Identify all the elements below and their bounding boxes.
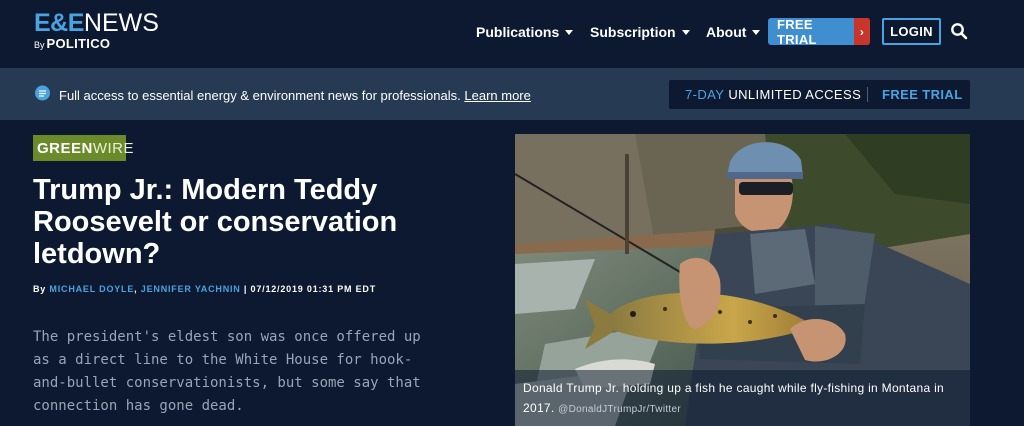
logo-politico: POLITICO — [46, 36, 111, 51]
logo-news: NEWS — [83, 9, 159, 37]
learn-more-link[interactable]: Learn more — [464, 88, 530, 103]
login-label: LOGIN — [890, 24, 933, 39]
chevron-right-icon: › — [854, 18, 870, 45]
cta-divider — [867, 87, 868, 102]
logo-wordmark: E&ENEWS — [34, 10, 159, 36]
article-date: | 07/12/2019 01:31 PM EDT — [243, 284, 377, 294]
photo-caption: Donald Trump Jr. holding up a fish he ca… — [515, 370, 970, 426]
free-trial-button[interactable]: FREE TRIAL › — [768, 16, 870, 47]
nav-about[interactable]: About — [706, 22, 761, 42]
nav-subscription[interactable]: Subscription — [590, 22, 690, 42]
nav-about-label: About — [706, 24, 747, 40]
promo-message: Full access to essential energy & enviro… — [59, 88, 461, 103]
chevron-down-icon — [681, 29, 690, 35]
section-badge[interactable]: GREEN WIRE — [33, 135, 134, 161]
logo-byline: By POLITICO — [34, 37, 159, 52]
photo-credit: @DonaldJTrumpJr/Twitter — [558, 404, 681, 415]
nav-publications-label: Publications — [476, 24, 560, 40]
site-logo[interactable]: E&ENEWS By POLITICO — [34, 10, 159, 52]
chevron-down-icon — [565, 29, 574, 35]
nav-subscription-label: Subscription — [590, 24, 676, 40]
author-link[interactable]: JENNIFER YACHNIN — [141, 284, 241, 294]
access-label: UNLIMITED ACCESS — [728, 87, 862, 102]
article-byline: By MICHAEL DOYLE, JENNIFER YACHNIN | 07/… — [33, 284, 377, 294]
chat-bubble-icon — [35, 85, 50, 101]
byline-by: By — [33, 284, 47, 294]
logo-by: By — [34, 40, 45, 50]
banner-free-trial-link[interactable]: FREE TRIAL — [882, 87, 963, 102]
promo-text: Full access to essential energy & enviro… — [59, 88, 531, 103]
article-headline: Trump Jr.: Modern Teddy Roosevelt or con… — [33, 174, 398, 270]
unlimited-access-cta[interactable]: 7-DAY UNLIMITED ACCESS FREE TRIAL — [669, 80, 970, 109]
section-green: GREEN — [37, 139, 93, 157]
login-button[interactable]: LOGIN — [882, 18, 941, 45]
nav-publications[interactable]: Publications — [476, 22, 574, 42]
search-icon[interactable] — [950, 22, 968, 40]
article-dek: The president's eldest son was once offe… — [33, 329, 421, 414]
chevron-down-icon — [752, 29, 761, 35]
section-wire: WIRE — [92, 139, 135, 157]
author-link[interactable]: MICHAEL DOYLE — [49, 284, 134, 294]
free-trial-label: FREE TRIAL — [777, 16, 817, 47]
logo-ee: E&E — [34, 9, 84, 37]
access-days: 7-DAY — [685, 87, 725, 102]
